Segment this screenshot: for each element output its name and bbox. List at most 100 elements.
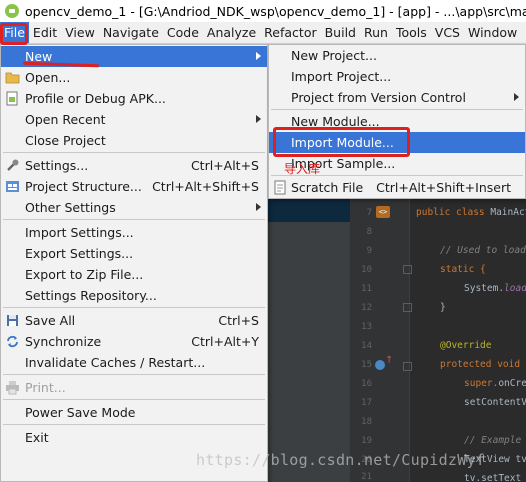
menu-item-synchronize[interactable]: Synchronize Ctrl+Alt+Y — [1, 331, 267, 352]
line-number: 19 — [361, 436, 372, 446]
menu-item-shortcut: Ctrl+Alt+S — [190, 158, 259, 173]
menu-item-label: Save All — [25, 313, 76, 328]
menu-item-project-from-vcs[interactable]: Project from Version Control — [269, 87, 525, 108]
menu-item-import-module[interactable]: Import Module... — [269, 132, 525, 153]
menu-item-import-project[interactable]: Import Project... — [269, 66, 525, 87]
menu-item-label: Export to Zip File... — [25, 267, 144, 282]
menu-item-label: Other Settings — [25, 200, 116, 215]
menu-build[interactable]: Build — [321, 22, 360, 43]
menu-item-save-all[interactable]: Save All Ctrl+S — [1, 310, 267, 331]
menu-navigate[interactable]: Navigate — [99, 22, 163, 43]
menu-item-export-settings[interactable]: Export Settings... — [1, 243, 267, 264]
menu-item-project-structure[interactable]: Project Structure... Ctrl+Alt+Shift+S — [1, 176, 267, 197]
save-icon — [5, 313, 20, 328]
submenu-arrow-icon — [256, 203, 261, 211]
menu-item-label: Import Settings... — [25, 225, 134, 240]
line-number: 21 — [361, 472, 372, 482]
menu-separator — [3, 152, 265, 153]
menu-refactor[interactable]: Refactor — [260, 22, 320, 43]
menu-item-shortcut: Ctrl+Alt+Y — [191, 334, 259, 349]
project-selection-highlight — [268, 199, 350, 222]
menu-item-shortcut: Ctrl+Alt+Shift+S — [152, 179, 259, 194]
menu-item-label: Project from Version Control — [291, 90, 466, 105]
code-text: MainAct — [484, 207, 526, 218]
menu-separator — [3, 307, 265, 308]
menu-item-print[interactable]: Print... — [1, 377, 267, 398]
code-method: load — [504, 283, 526, 294]
menu-separator — [3, 374, 265, 375]
window-title: opencv_demo_1 - [G:\Andriod_NDK_wsp\open… — [25, 3, 526, 19]
menu-item-new-project[interactable]: New Project... — [269, 45, 525, 66]
menu-item-new-module[interactable]: New Module... — [269, 111, 525, 132]
class-marker-icon[interactable]: <> — [376, 206, 390, 218]
menu-item-profile-debug-apk[interactable]: Profile or Debug APK... — [1, 88, 267, 109]
menu-separator — [3, 424, 265, 425]
menu-item-shortcut: Ctrl+S — [218, 313, 259, 328]
submenu-arrow-icon — [514, 93, 519, 101]
code-text: onCre — [498, 378, 526, 389]
menu-item-close-project[interactable]: Close Project — [1, 130, 267, 151]
menu-vcs[interactable]: VCS — [431, 22, 464, 43]
menu-item-other-settings[interactable]: Other Settings — [1, 197, 267, 218]
menu-file[interactable]: File — [0, 22, 29, 43]
menu-item-label: Invalidate Caches / Restart... — [25, 355, 206, 370]
watermark: https://blog.csdn.net/CupidzWyf — [196, 451, 486, 469]
submenu-arrow-icon — [256, 52, 261, 60]
line-number: 13 — [361, 322, 372, 332]
menu-item-export-zip[interactable]: Export to Zip File... — [1, 264, 267, 285]
menu-item-scratch-file[interactable]: Scratch File Ctrl+Alt+Shift+Insert — [269, 177, 525, 198]
submenu-arrow-icon — [256, 115, 261, 123]
menu-item-invalidate-caches[interactable]: Invalidate Caches / Restart... — [1, 352, 267, 373]
fold-marker-icon[interactable] — [403, 362, 412, 371]
menu-edit[interactable]: Edit — [29, 22, 61, 43]
menu-analyze[interactable]: Analyze — [203, 22, 260, 43]
menu-run[interactable]: Run — [360, 22, 392, 43]
menu-item-import-settings[interactable]: Import Settings... — [1, 222, 267, 243]
code-keyword: public class — [416, 207, 485, 218]
menu-item-label: Open Recent — [25, 112, 106, 127]
menu-view[interactable]: View — [61, 22, 99, 43]
menu-item-label: Project Structure... — [25, 179, 142, 194]
menu-item-label: Power Save Mode — [25, 405, 136, 420]
menu-item-label: New Module... — [291, 114, 380, 129]
menu-code[interactable]: Code — [163, 22, 203, 43]
annotation-text: 导入库 — [284, 162, 321, 176]
menu-item-settings-repository[interactable]: Settings Repository... — [1, 285, 267, 306]
implements-arrow-icon[interactable]: ↑ — [385, 355, 393, 366]
menu-item-label: Settings... — [25, 158, 89, 173]
fold-marker-icon[interactable] — [403, 265, 412, 274]
menu-item-label: Open... — [25, 70, 71, 85]
override-marker-icon[interactable] — [375, 360, 385, 370]
menu-item-power-save-mode[interactable]: Power Save Mode — [1, 402, 267, 423]
code-line: public class MainAct — [416, 207, 526, 218]
menu-item-label: Import Project... — [291, 69, 392, 84]
scratch-file-icon — [273, 180, 288, 195]
code-text: System. — [464, 283, 505, 294]
fold-marker-icon[interactable] — [403, 303, 412, 312]
code-line: super.onCre — [464, 378, 526, 389]
menu-window[interactable]: Window — [464, 22, 521, 43]
menu-item-exit[interactable]: Exit — [1, 427, 267, 448]
menu-item-label: Export Settings... — [25, 246, 134, 261]
menu-item-settings[interactable]: Settings... Ctrl+Alt+S — [1, 155, 267, 176]
menu-tools[interactable]: Tools — [392, 22, 431, 43]
menu-item-label: Profile or Debug APK... — [25, 91, 166, 106]
apk-icon — [5, 91, 20, 106]
wrench-icon — [5, 158, 20, 173]
code-annotation: @Override — [440, 340, 492, 351]
line-number: 7 — [366, 208, 372, 218]
menu-item-open-recent[interactable]: Open Recent — [1, 109, 267, 130]
line-number: 17 — [361, 398, 372, 408]
menu-item-label: Synchronize — [25, 334, 102, 349]
menu-item-label: New Project... — [291, 48, 377, 63]
line-number: 9 — [366, 246, 372, 256]
menu-separator — [271, 109, 523, 110]
menu-separator — [3, 399, 265, 400]
menu-item-label: Print... — [25, 380, 66, 395]
code-line: System.load — [464, 283, 526, 294]
line-number: 10 — [361, 265, 372, 275]
menu-bar: File Edit View Navigate Code Analyze Ref… — [0, 22, 526, 44]
menu-item-open[interactable]: Open... — [1, 67, 267, 88]
code-line: } — [440, 302, 446, 313]
line-number: 18 — [361, 417, 372, 427]
